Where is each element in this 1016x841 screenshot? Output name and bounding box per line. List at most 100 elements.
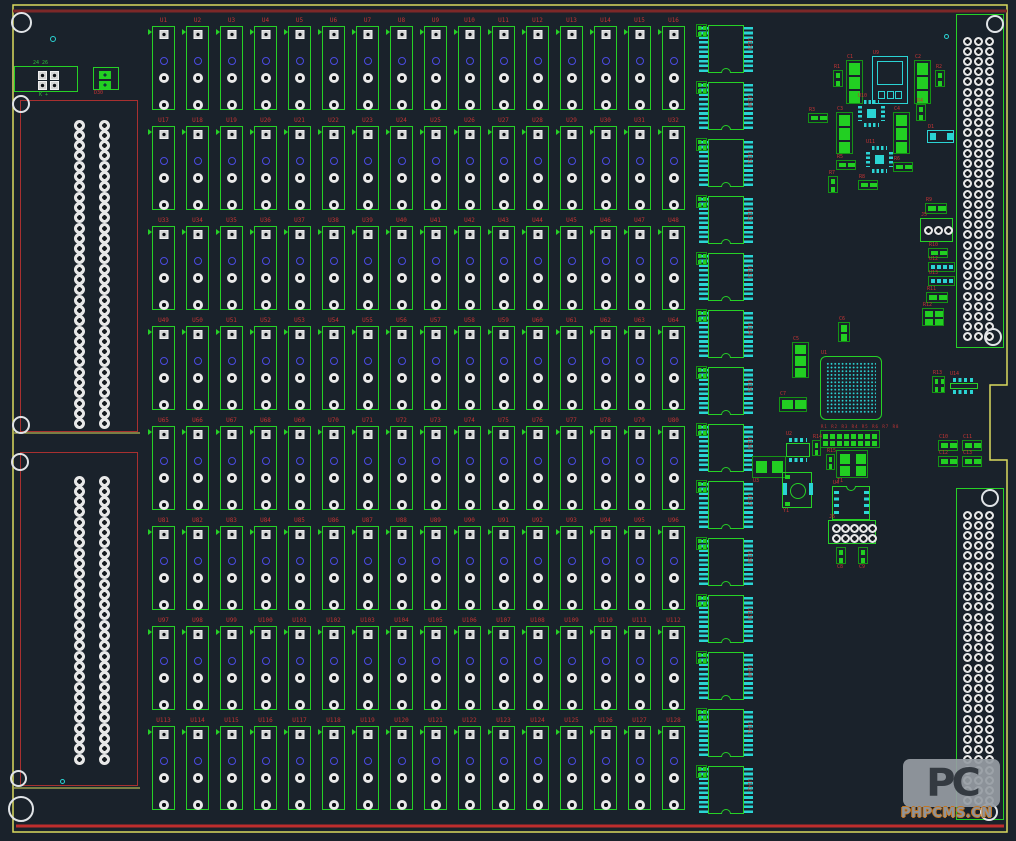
dip4-component[interactable]: U7 — [356, 26, 379, 110]
dip4-component[interactable]: U46 — [594, 226, 617, 310]
soic-component[interactable]: U136 — [708, 424, 744, 472]
via-component[interactable] — [944, 34, 949, 39]
dip4-component[interactable]: U76 — [526, 426, 549, 510]
dip4-component[interactable]: U67 — [220, 426, 243, 510]
soic8h-component[interactable]: U14 — [950, 378, 978, 394]
dip4-component[interactable]: U114 — [186, 726, 209, 810]
dip4-component[interactable]: U42 — [458, 226, 481, 310]
dip4-component[interactable]: U107 — [492, 626, 515, 710]
dip4-component[interactable]: U54 — [322, 326, 345, 410]
pad4-component[interactable]: T1 — [836, 450, 868, 478]
dip4-component[interactable]: U37 — [288, 226, 311, 310]
dip4-component[interactable]: U63 — [628, 326, 651, 410]
dip4-component[interactable]: U95 — [628, 526, 651, 610]
dip4-component[interactable]: U103 — [356, 626, 379, 710]
soic-component[interactable]: U140 — [708, 652, 744, 700]
dip4-component[interactable]: U115 — [220, 726, 243, 810]
dip4-component[interactable]: U96 — [662, 526, 685, 610]
dip4-component[interactable]: U93 — [560, 526, 583, 610]
soic-component[interactable]: U135 — [708, 367, 744, 415]
dip4-component[interactable]: U17 — [152, 126, 175, 210]
dip4-component[interactable]: U16 — [662, 26, 685, 110]
chip2v-component[interactable]: R7 — [828, 176, 838, 193]
dip4-component[interactable]: U74 — [458, 426, 481, 510]
soic-component[interactable]: U138 — [708, 538, 744, 586]
dip4-component[interactable]: U33 — [152, 226, 175, 310]
dip4-component[interactable]: U98 — [186, 626, 209, 710]
dip4-component[interactable]: U99 — [220, 626, 243, 710]
dip4-component[interactable]: U41 — [424, 226, 447, 310]
dip4-component[interactable]: U9 — [424, 26, 447, 110]
diode-component[interactable]: D1 — [927, 130, 954, 143]
soic-component[interactable]: U130 — [708, 82, 744, 130]
dip4-component[interactable]: U18 — [186, 126, 209, 210]
dip4-component[interactable]: U15 — [628, 26, 651, 110]
dip4-component[interactable]: U102 — [322, 626, 345, 710]
dip4-component[interactable]: U77 — [560, 426, 583, 510]
sip4c-component[interactable]: U13 — [928, 276, 955, 286]
dip4-component[interactable]: U22 — [322, 126, 345, 210]
dip4-component[interactable]: U109 — [560, 626, 583, 710]
dip4-component[interactable]: U3 — [220, 26, 243, 110]
dip4-component[interactable]: U122 — [458, 726, 481, 810]
dip4-component[interactable]: U35 — [220, 226, 243, 310]
dip4-component[interactable]: U64 — [662, 326, 685, 410]
cap3v-component[interactable]: C3 — [836, 112, 853, 154]
dip4-component[interactable]: U6 — [322, 26, 345, 110]
chip2h-component[interactable]: R5 — [836, 160, 856, 170]
xtal-component[interactable]: Y1 — [782, 472, 812, 508]
dip4-component[interactable]: U62 — [594, 326, 617, 410]
dip4-component[interactable]: U50 — [186, 326, 209, 410]
connector-left-top[interactable] — [20, 100, 138, 432]
dip4-component[interactable]: U57 — [424, 326, 447, 410]
chip2h-component[interactable]: R6 — [893, 162, 913, 172]
soic-component[interactable]: U129 — [708, 25, 744, 73]
chip2v-component[interactable]: C8 — [836, 547, 846, 564]
chip2v-component[interactable]: C9 — [858, 547, 868, 564]
dip4-component[interactable]: U56 — [390, 326, 413, 410]
dpak-component[interactable]: U9 — [872, 56, 908, 104]
dip4-component[interactable]: U92 — [526, 526, 549, 610]
dip4-component[interactable]: U8 — [390, 26, 413, 110]
chip2h-component[interactable]: C7 — [779, 397, 807, 412]
dip4-component[interactable]: U86 — [322, 526, 345, 610]
qfp-component[interactable]: U10 — [858, 100, 885, 127]
dip4-component[interactable]: U69 — [288, 426, 311, 510]
soic-component[interactable]: U132 — [708, 196, 744, 244]
chip4-component[interactable]: R13 — [932, 376, 945, 393]
dip4-component[interactable]: U113 — [152, 726, 175, 810]
chip2v-component[interactable]: R2 — [935, 70, 945, 87]
dip4-component[interactable]: U65 — [152, 426, 175, 510]
dip4-component[interactable]: U38 — [322, 226, 345, 310]
dip4-component[interactable]: U78 — [594, 426, 617, 510]
chip2h-component[interactable]: C12 — [938, 456, 958, 467]
dip4-component[interactable]: U71 — [356, 426, 379, 510]
dip4-component[interactable]: U127 — [628, 726, 651, 810]
chip2v-component[interactable]: R1 — [833, 70, 843, 87]
soic-component[interactable]: U139 — [708, 595, 744, 643]
conn3-component[interactable]: J5 — [920, 218, 953, 242]
dip4-component[interactable]: U110 — [594, 626, 617, 710]
dip4-component[interactable]: U10 — [458, 26, 481, 110]
dip4-component[interactable]: U24 — [390, 126, 413, 210]
chip2h-component[interactable]: R8 — [858, 180, 878, 190]
dip4-component[interactable]: U117 — [288, 726, 311, 810]
dip4-component[interactable]: U80 — [662, 426, 685, 510]
dip4-component[interactable]: U121 — [424, 726, 447, 810]
dip4-component[interactable]: U87 — [356, 526, 379, 610]
bga-component[interactable]: U1 — [820, 356, 882, 420]
dip4-component[interactable]: U88 — [390, 526, 413, 610]
dip4-component[interactable]: U53 — [288, 326, 311, 410]
dip4-component[interactable]: U68 — [254, 426, 277, 510]
dip4-component[interactable]: U108 — [526, 626, 549, 710]
dip4-component[interactable]: U120 — [390, 726, 413, 810]
dip4-component[interactable]: U119 — [356, 726, 379, 810]
dip4-component[interactable]: U105 — [424, 626, 447, 710]
soic-component[interactable]: U137 — [708, 481, 744, 529]
dip4-component[interactable]: U51 — [220, 326, 243, 410]
dip4-component[interactable]: U100 — [254, 626, 277, 710]
dip4-component[interactable]: U29 — [560, 126, 583, 210]
dip4-component[interactable]: U66 — [186, 426, 209, 510]
dip4-component[interactable]: U123 — [492, 726, 515, 810]
dip4-component[interactable]: U5 — [288, 26, 311, 110]
